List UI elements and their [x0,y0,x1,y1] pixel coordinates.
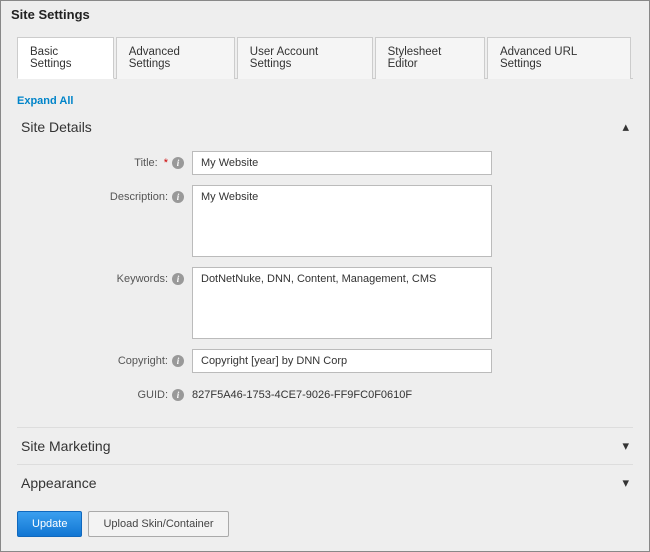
tab-advanced-settings[interactable]: Advanced Settings [116,37,235,79]
label-guid: GUID: i [17,383,192,401]
row-keywords: Keywords: i [17,267,633,339]
section-title: Appearance [21,475,97,491]
tab-stylesheet-editor[interactable]: Stylesheet Editor [375,37,485,79]
expand-all-container: Expand All [17,93,633,107]
label-copyright: Copyright: i [17,349,192,367]
keywords-textarea[interactable] [192,267,492,339]
label-guid-text: GUID: [137,389,168,401]
info-icon[interactable]: i [172,355,184,367]
content-area: Basic Settings Advanced Settings User Ac… [1,28,649,551]
info-icon[interactable]: i [172,273,184,285]
required-marker: * [164,157,168,169]
label-title-text: Title: [134,157,157,169]
label-keywords: Keywords: i [17,267,192,285]
site-details-form: Title: * i Description: i Keywords: i [17,145,633,427]
tab-bar: Basic Settings Advanced Settings User Ac… [17,36,633,79]
info-icon[interactable]: i [172,157,184,169]
update-button[interactable]: Update [17,511,82,537]
section-site-marketing-header[interactable]: Site Marketing ▾ [17,427,633,464]
row-copyright: Copyright: i [17,349,633,373]
page-title: Site Settings [1,1,649,28]
label-keywords-text: Keywords: [117,273,168,285]
section-title: Site Marketing [21,438,110,454]
tab-user-account-settings[interactable]: User Account Settings [237,37,373,79]
footer-buttons: Update Upload Skin/Container [17,505,633,537]
row-title: Title: * i [17,151,633,175]
description-textarea[interactable] [192,185,492,257]
chevron-down-icon: ▾ [622,438,629,454]
settings-window: Site Settings Basic Settings Advanced Se… [0,0,650,552]
tab-advanced-url-settings[interactable]: Advanced URL Settings [487,37,631,79]
chevron-down-icon: ▾ [622,475,629,491]
label-title: Title: * i [17,151,192,169]
guid-value: 827F5A46-1753-4CE7-9026-FF9FC0F0610F [192,383,412,401]
title-input[interactable] [192,151,492,175]
expand-all-link[interactable]: Expand All [17,95,73,107]
label-description-text: Description: [110,191,168,203]
info-icon[interactable]: i [172,191,184,203]
tab-basic-settings[interactable]: Basic Settings [17,37,114,79]
row-description: Description: i [17,185,633,257]
section-appearance-header[interactable]: Appearance ▾ [17,464,633,501]
info-icon[interactable]: i [172,389,184,401]
chevron-up-icon: ▴ [622,119,629,135]
section-title: Site Details [21,119,92,135]
label-description: Description: i [17,185,192,203]
copyright-input[interactable] [192,349,492,373]
section-site-details-header[interactable]: Site Details ▴ [17,115,633,145]
upload-skin-button[interactable]: Upload Skin/Container [88,511,228,537]
label-copyright-text: Copyright: [118,355,168,367]
row-guid: GUID: i 827F5A46-1753-4CE7-9026-FF9FC0F0… [17,383,633,401]
